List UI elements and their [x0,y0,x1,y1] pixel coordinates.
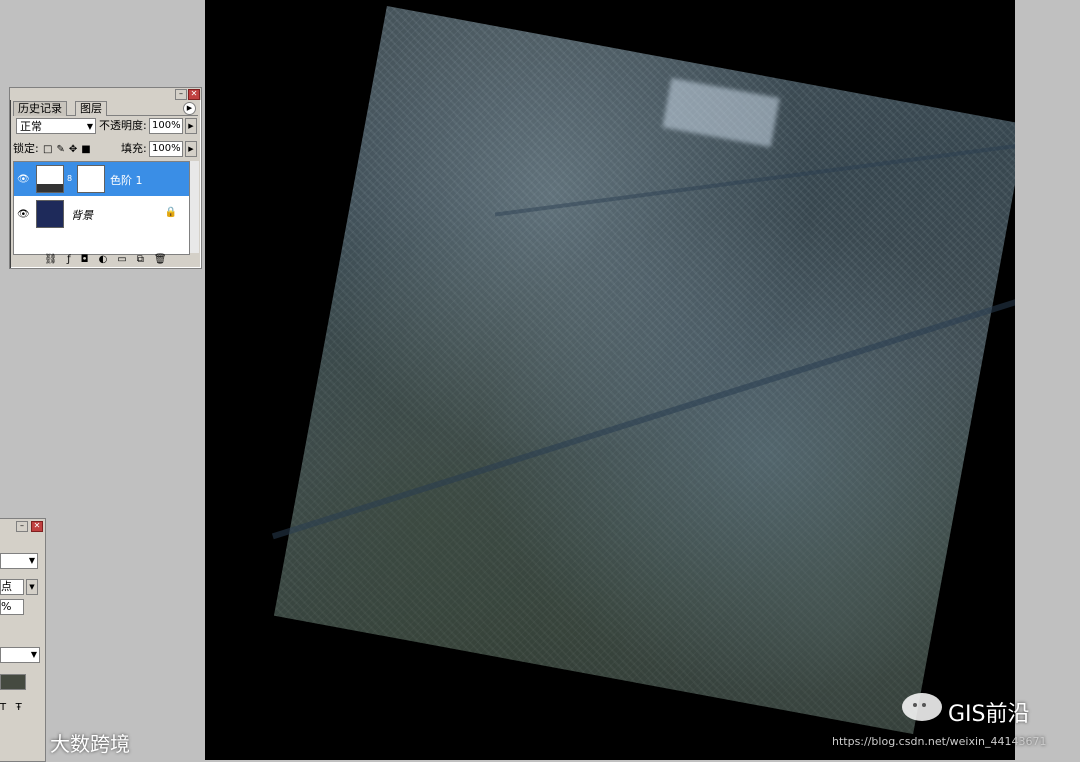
layer-row-background[interactable]: 👁 背景 🔒 [14,197,189,231]
layers-scrollbar[interactable] [189,161,199,253]
blend-row: 正常 ▼ 不透明度: 100% ▶ [13,118,198,136]
layer-mask-thumbnail[interactable] [77,165,105,193]
opacity-input[interactable]: 100% [149,118,183,134]
chevron-down-icon: ▼ [30,650,37,659]
wechat-icon [902,693,942,721]
minimize-button[interactable]: – [175,89,187,100]
layer-name: 背景 [71,209,93,222]
palette-menu-icon[interactable]: ▶ [183,102,196,115]
lock-transparency-icon[interactable]: □ [43,142,52,158]
font-select[interactable]: ▼ [0,553,38,569]
layer-row-levels[interactable]: 👁 8 色阶 1 [14,162,189,196]
tab-history[interactable]: 历史记录 [13,101,67,116]
lock-paint-icon[interactable]: ✎ [56,142,64,158]
lock-row: 锁定: □ ✎ ✥ ■ 填充: 100% ▶ [13,141,198,159]
watermark-url: https://blog.csdn.net/weixin_44143671 [832,735,1047,748]
language-select[interactable]: ▼ [0,647,40,663]
percent-text: % [1,600,12,613]
opacity-slider-button[interactable]: ▶ [185,118,197,134]
add-mask-icon[interactable]: ◘ [81,254,89,266]
lock-move-icon[interactable]: ✥ [69,142,77,158]
close-button[interactable]: ✕ [188,89,200,100]
adjustment-layer-icon[interactable]: ◐ [99,254,108,266]
satellite-image [271,5,1015,735]
layer-name: 色阶 1 [110,174,143,187]
fill-input[interactable]: 100% [149,141,183,157]
palette-titlebar[interactable]: – ✕ [10,88,201,100]
new-group-icon[interactable]: ▭ [117,254,126,266]
eye-icon[interactable]: 👁 [17,209,30,220]
fill-slider-button[interactable]: ▶ [185,141,197,157]
color-swatch[interactable] [0,674,26,690]
link-icon[interactable]: 8 [67,174,72,183]
link-layers-icon[interactable]: ⛓ [44,254,57,266]
river-feature [494,136,1015,217]
lock-all-icon[interactable]: ■ [81,142,90,158]
blend-mode-value: 正常 [20,120,42,133]
palette-tabs: 历史记录 图层 ▶ [13,101,198,116]
document-canvas[interactable] [205,0,1015,760]
percent-field[interactable]: % [0,599,24,615]
watermark-brand: GIS前沿 [948,702,1030,727]
lock-icon: 🔒 [164,207,177,218]
levels-adjustment-icon [36,165,64,193]
lock-label: 锁定: [13,142,39,155]
new-layer-icon[interactable]: ⧉ [137,254,144,266]
workspace-right [1015,0,1080,760]
close-button[interactable]: ✕ [31,521,43,532]
eye-icon[interactable]: 👁 [17,174,30,185]
cloud-patch [662,77,780,147]
layers-list: 👁 8 色阶 1 👁 背景 🔒 [13,161,190,255]
watermark-left: 大数跨境 [50,732,130,756]
text-style-icons[interactable]: T Ŧ [0,702,22,713]
fill-label: 填充: [121,142,147,155]
minimize-button[interactable]: – [16,521,28,532]
blend-mode-select[interactable]: 正常 ▼ [16,118,96,134]
layer-style-icon[interactable]: ƒ [67,254,71,266]
chevron-down-icon: ▼ [28,556,35,565]
trash-icon[interactable]: 🗑 [154,254,167,266]
layers-palette: – ✕ 历史记录 图层 ▶ 正常 ▼ 不透明度: 100% ▶ 锁定: □ ✎ ✥ ■… [9,87,202,269]
tab-layers[interactable]: 图层 [75,101,107,116]
unit-text: 点 [1,580,12,593]
lock-icons: □ ✎ ✥ ■ [43,141,95,158]
character-palette: – ✕ ▼ 点 ▼ % ▼ T Ŧ [0,518,46,762]
unit-dropdown[interactable]: ▼ [26,579,38,595]
opacity-label: 不透明度: [99,119,147,132]
size-unit-field[interactable]: 点 [0,579,24,595]
river-feature [271,279,1015,540]
layers-bottom-toolbar: ⛓ ƒ ◘ ◐ ▭ ⧉ 🗑 [13,254,198,266]
chevron-down-icon: ▼ [86,122,93,131]
background-thumbnail [36,200,64,228]
